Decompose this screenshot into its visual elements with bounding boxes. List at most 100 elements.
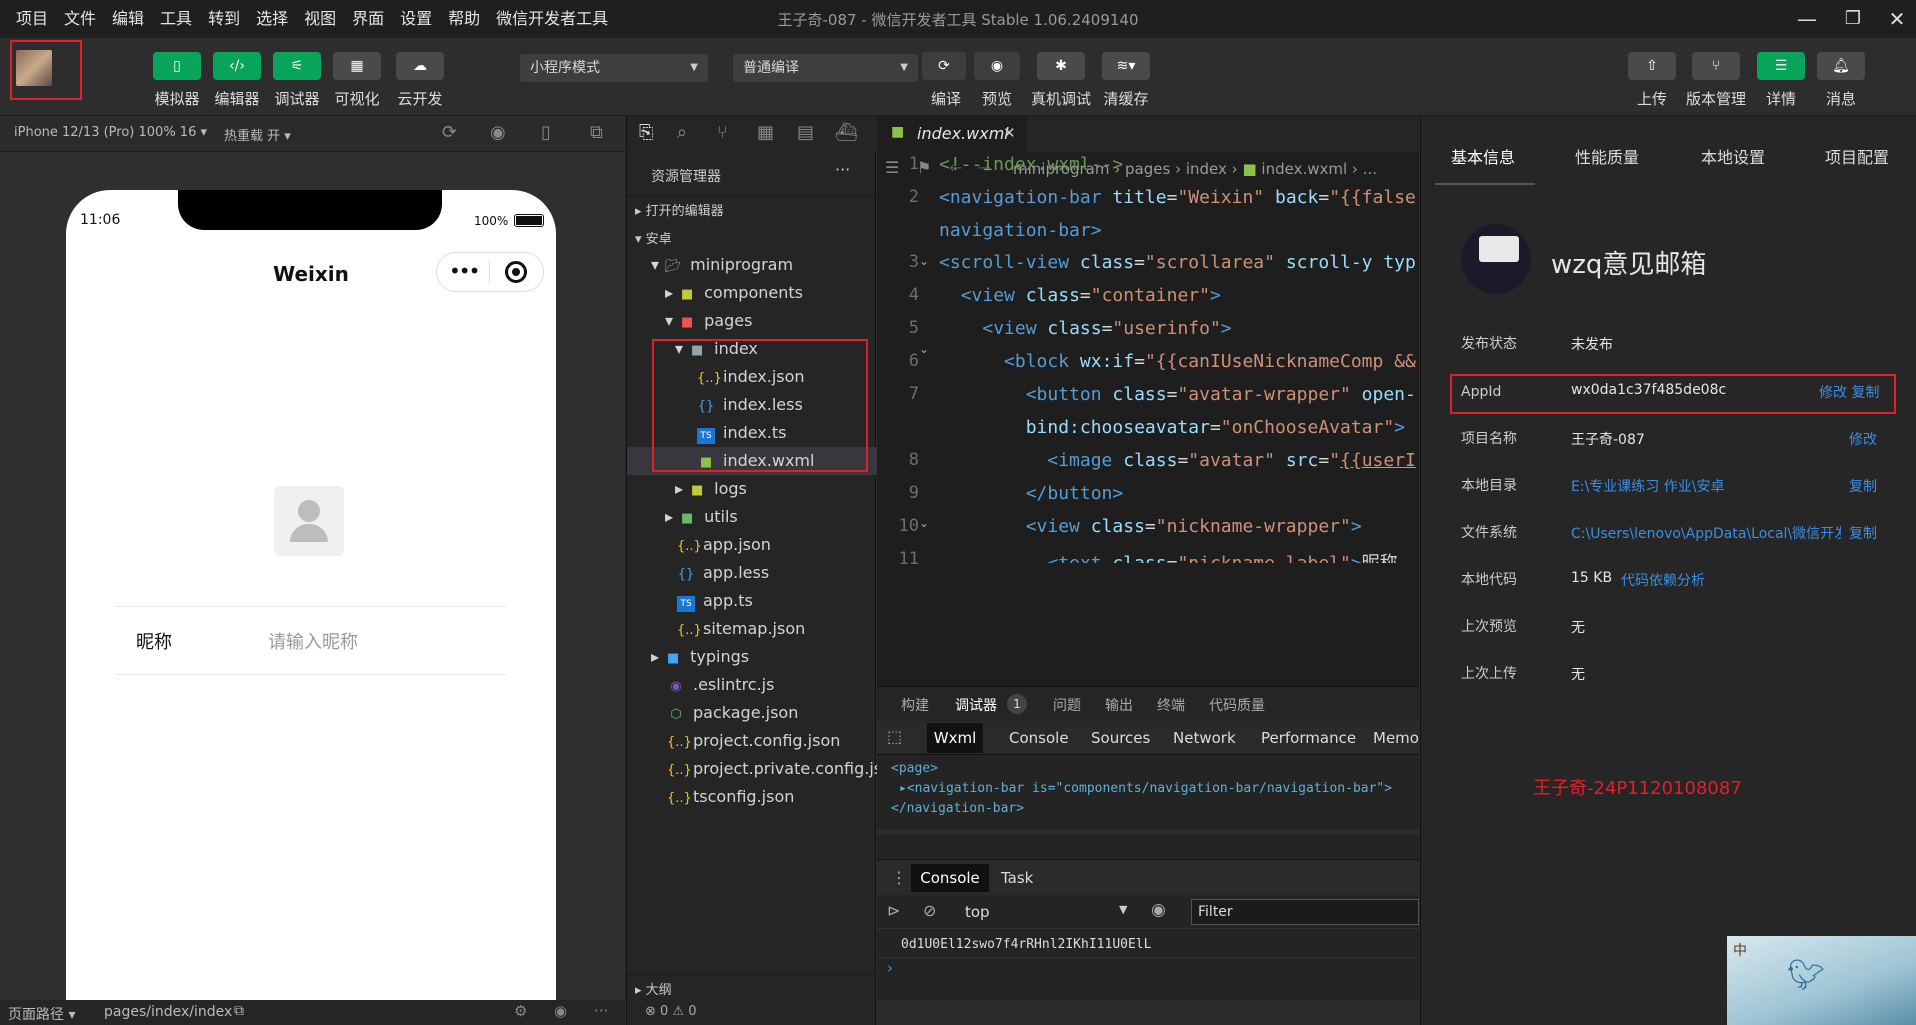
tree-item-app-ts[interactable]: TS app.ts — [677, 587, 753, 615]
tab-basic-info[interactable]: 基本信息 — [1451, 144, 1515, 168]
code-line[interactable]: <view class="container"> — [939, 285, 1221, 306]
editor-button[interactable]: ‹/› — [213, 52, 261, 80]
tab-network[interactable]: Network — [1173, 729, 1236, 747]
simulator-button[interactable]: ▯ — [153, 52, 201, 80]
tab-console-drawer[interactable]: Console — [911, 864, 989, 892]
stop-icon[interactable]: ◉ — [490, 122, 506, 143]
code-line[interactable]: <navigation-bar title="Weixin" back="{{f… — [939, 187, 1416, 208]
code-line[interactable]: </button> — [939, 483, 1124, 504]
menu-file[interactable]: 文件 — [64, 0, 96, 38]
menu-help[interactable]: 帮助 — [448, 0, 480, 38]
visual-button[interactable]: ▦ — [333, 52, 381, 80]
menu-goto[interactable]: 转到 — [208, 0, 240, 38]
tree-item-miniprogram[interactable]: ▾ 📂︎ miniprogram — [651, 251, 793, 279]
cloud-button[interactable]: ☁ — [396, 52, 444, 80]
remote-debug-button[interactable]: ✱ — [1037, 52, 1085, 80]
tab-project-config[interactable]: 项目配置 — [1825, 144, 1889, 168]
fold-icon[interactable]: ⌄ — [919, 254, 929, 268]
sidebar-toggle-icon[interactable]: ⊳ — [887, 901, 900, 920]
wxml-line[interactable]: ▸<navigation-bar is="components/navigati… — [899, 781, 1392, 796]
panel-icon[interactable]: ▤ — [797, 122, 814, 143]
tree-item-tsconfig[interactable]: {..}tsconfig.json — [667, 783, 794, 811]
menu-settings[interactable]: 设置 — [400, 0, 432, 38]
editor-tab[interactable]: ■ index.wxml ✕ — [877, 116, 1027, 152]
tree-item-project-config[interactable]: {..}project.config.json — [667, 727, 840, 755]
debugger-button[interactable]: ⚟ — [273, 52, 321, 80]
rotate-icon[interactable]: ⟳ — [442, 122, 457, 143]
menu-tools[interactable]: 工具 — [160, 0, 192, 38]
tab-build[interactable]: 构建 — [901, 695, 929, 715]
hot-reload-toggle[interactable]: 热重载 开 ▾ — [224, 125, 291, 144]
copy-icon[interactable]: ⧉ — [234, 1003, 244, 1019]
tree-item-project-private-config[interactable]: {..}project.private.config.js... — [667, 755, 897, 783]
version-button[interactable]: ⑂ — [1692, 52, 1740, 80]
local-dir[interactable]: E:\专业课练习 作业\安卓 — [1571, 476, 1724, 496]
eye-icon[interactable]: ◉ — [554, 1002, 567, 1020]
tab-performance-quality[interactable]: 性能质量 — [1575, 144, 1639, 168]
nickname-input[interactable]: 请输入昵称 — [268, 628, 358, 654]
workspace-section[interactable]: ▾ 安卓 — [635, 228, 672, 247]
close-window-icon[interactable]: ✕ — [1880, 4, 1914, 34]
tree-item-components[interactable]: ▸ ■ components — [665, 279, 803, 307]
code-line[interactable]: <text class="nickname-label">昵称 — [939, 549, 1397, 563]
code-line[interactable]: <!--index.wxml--> — [939, 154, 1123, 175]
preview-button[interactable]: ◉ — [974, 52, 1020, 80]
tree-item-app-less[interactable]: {} app.less — [677, 559, 769, 587]
tree-item-pages[interactable]: ▾ ■ pages — [665, 307, 752, 335]
menu-view[interactable]: 视图 — [304, 0, 336, 38]
settings-icon[interactable]: ⚙ — [514, 1002, 527, 1020]
fold-icon[interactable]: ⌄ — [919, 516, 929, 530]
wxml-line[interactable]: </navigation-bar> — [891, 801, 1024, 816]
device-icon[interactable]: ▯ — [541, 122, 551, 143]
tab-code-quality[interactable]: 代码质量 — [1209, 695, 1265, 715]
code-line[interactable]: <view class="userinfo"> — [939, 318, 1231, 339]
tab-performance[interactable]: Performance — [1261, 729, 1356, 747]
tree-item-eslintrc[interactable]: ◉ .eslintrc.js — [667, 671, 774, 699]
compile-select[interactable]: 普通编译 ▼ — [733, 54, 918, 82]
git-icon[interactable]: ⑂ — [717, 122, 728, 143]
edit-name-link[interactable]: 修改 — [1849, 429, 1877, 449]
tree-item-utils[interactable]: ▸ ■ utils — [665, 503, 738, 531]
tree-item-app-json[interactable]: {..}app.json — [677, 531, 771, 559]
eye-icon[interactable]: ◉ — [1151, 900, 1166, 920]
wxml-line[interactable]: <page> — [891, 761, 938, 776]
more-icon[interactable]: ··· — [594, 1002, 608, 1020]
code-line[interactable]: <block wx:if="{{canIUseNicknameComp && — [939, 351, 1416, 372]
open-editors-section[interactable]: ▸ 打开的编辑器 — [635, 200, 724, 219]
code-line[interactable]: <button class="avatar-wrapper" open- — [939, 384, 1416, 405]
more-icon[interactable]: ··· — [835, 160, 850, 179]
device-select[interactable]: iPhone 12/13 (Pro) 100% 16 ▾ — [14, 125, 207, 140]
tree-item-typings[interactable]: ▸ ■ typings — [651, 643, 749, 671]
details-button[interactable]: ☰ — [1757, 52, 1805, 80]
chevron-down-icon[interactable]: ▼ — [1119, 903, 1127, 916]
code-line[interactable]: <view class="nickname-wrapper"> — [939, 516, 1362, 537]
close-icon[interactable]: ✕ — [1003, 124, 1016, 142]
menu-select[interactable]: 选择 — [256, 0, 288, 38]
extensions-icon[interactable]: ▦ — [757, 122, 774, 143]
upload-button[interactable]: ⇧ — [1628, 52, 1676, 80]
copy-dir-link[interactable]: 复制 — [1849, 476, 1877, 496]
search-icon[interactable]: ⌕ — [677, 122, 687, 143]
docker-icon[interactable]: ⛴ — [835, 122, 858, 143]
mode-select[interactable]: 小程序模式 ▼ — [520, 54, 708, 82]
code-line[interactable]: navigation-bar> — [939, 220, 1102, 241]
copy-fs-link[interactable]: 复制 — [1849, 523, 1877, 543]
minimize-icon[interactable]: — — [1790, 4, 1824, 34]
outline-section[interactable]: ▸ 大纲 — [635, 979, 672, 998]
clear-cache-button[interactable]: ≋▾ — [1102, 52, 1150, 80]
tab-wxml[interactable]: Wxml — [927, 723, 983, 753]
page-path-select[interactable]: 页面路径 ▾ — [8, 1004, 75, 1024]
context-select[interactable]: top — [965, 903, 990, 921]
menu-devtools[interactable]: 微信开发者工具 — [496, 0, 608, 38]
tab-output[interactable]: 输出 — [1105, 695, 1133, 715]
problems-count[interactable]: ⊗ 0 ⚠ 0 — [645, 1004, 697, 1019]
code-line[interactable]: <scroll-view class="scrollarea" scroll-y… — [939, 252, 1416, 273]
restore-icon[interactable]: ❐ — [1836, 4, 1870, 34]
compile-button[interactable]: ⟳ — [922, 52, 966, 80]
menu-project[interactable]: 项目 — [16, 0, 48, 38]
prompt-icon[interactable]: › — [887, 959, 893, 977]
files-icon[interactable]: ⎘ — [639, 122, 653, 143]
tab-console[interactable]: Console — [1009, 729, 1069, 747]
fold-icon[interactable]: ⌄ — [919, 342, 929, 356]
tree-item-sitemap-json[interactable]: {..}sitemap.json — [677, 615, 805, 643]
